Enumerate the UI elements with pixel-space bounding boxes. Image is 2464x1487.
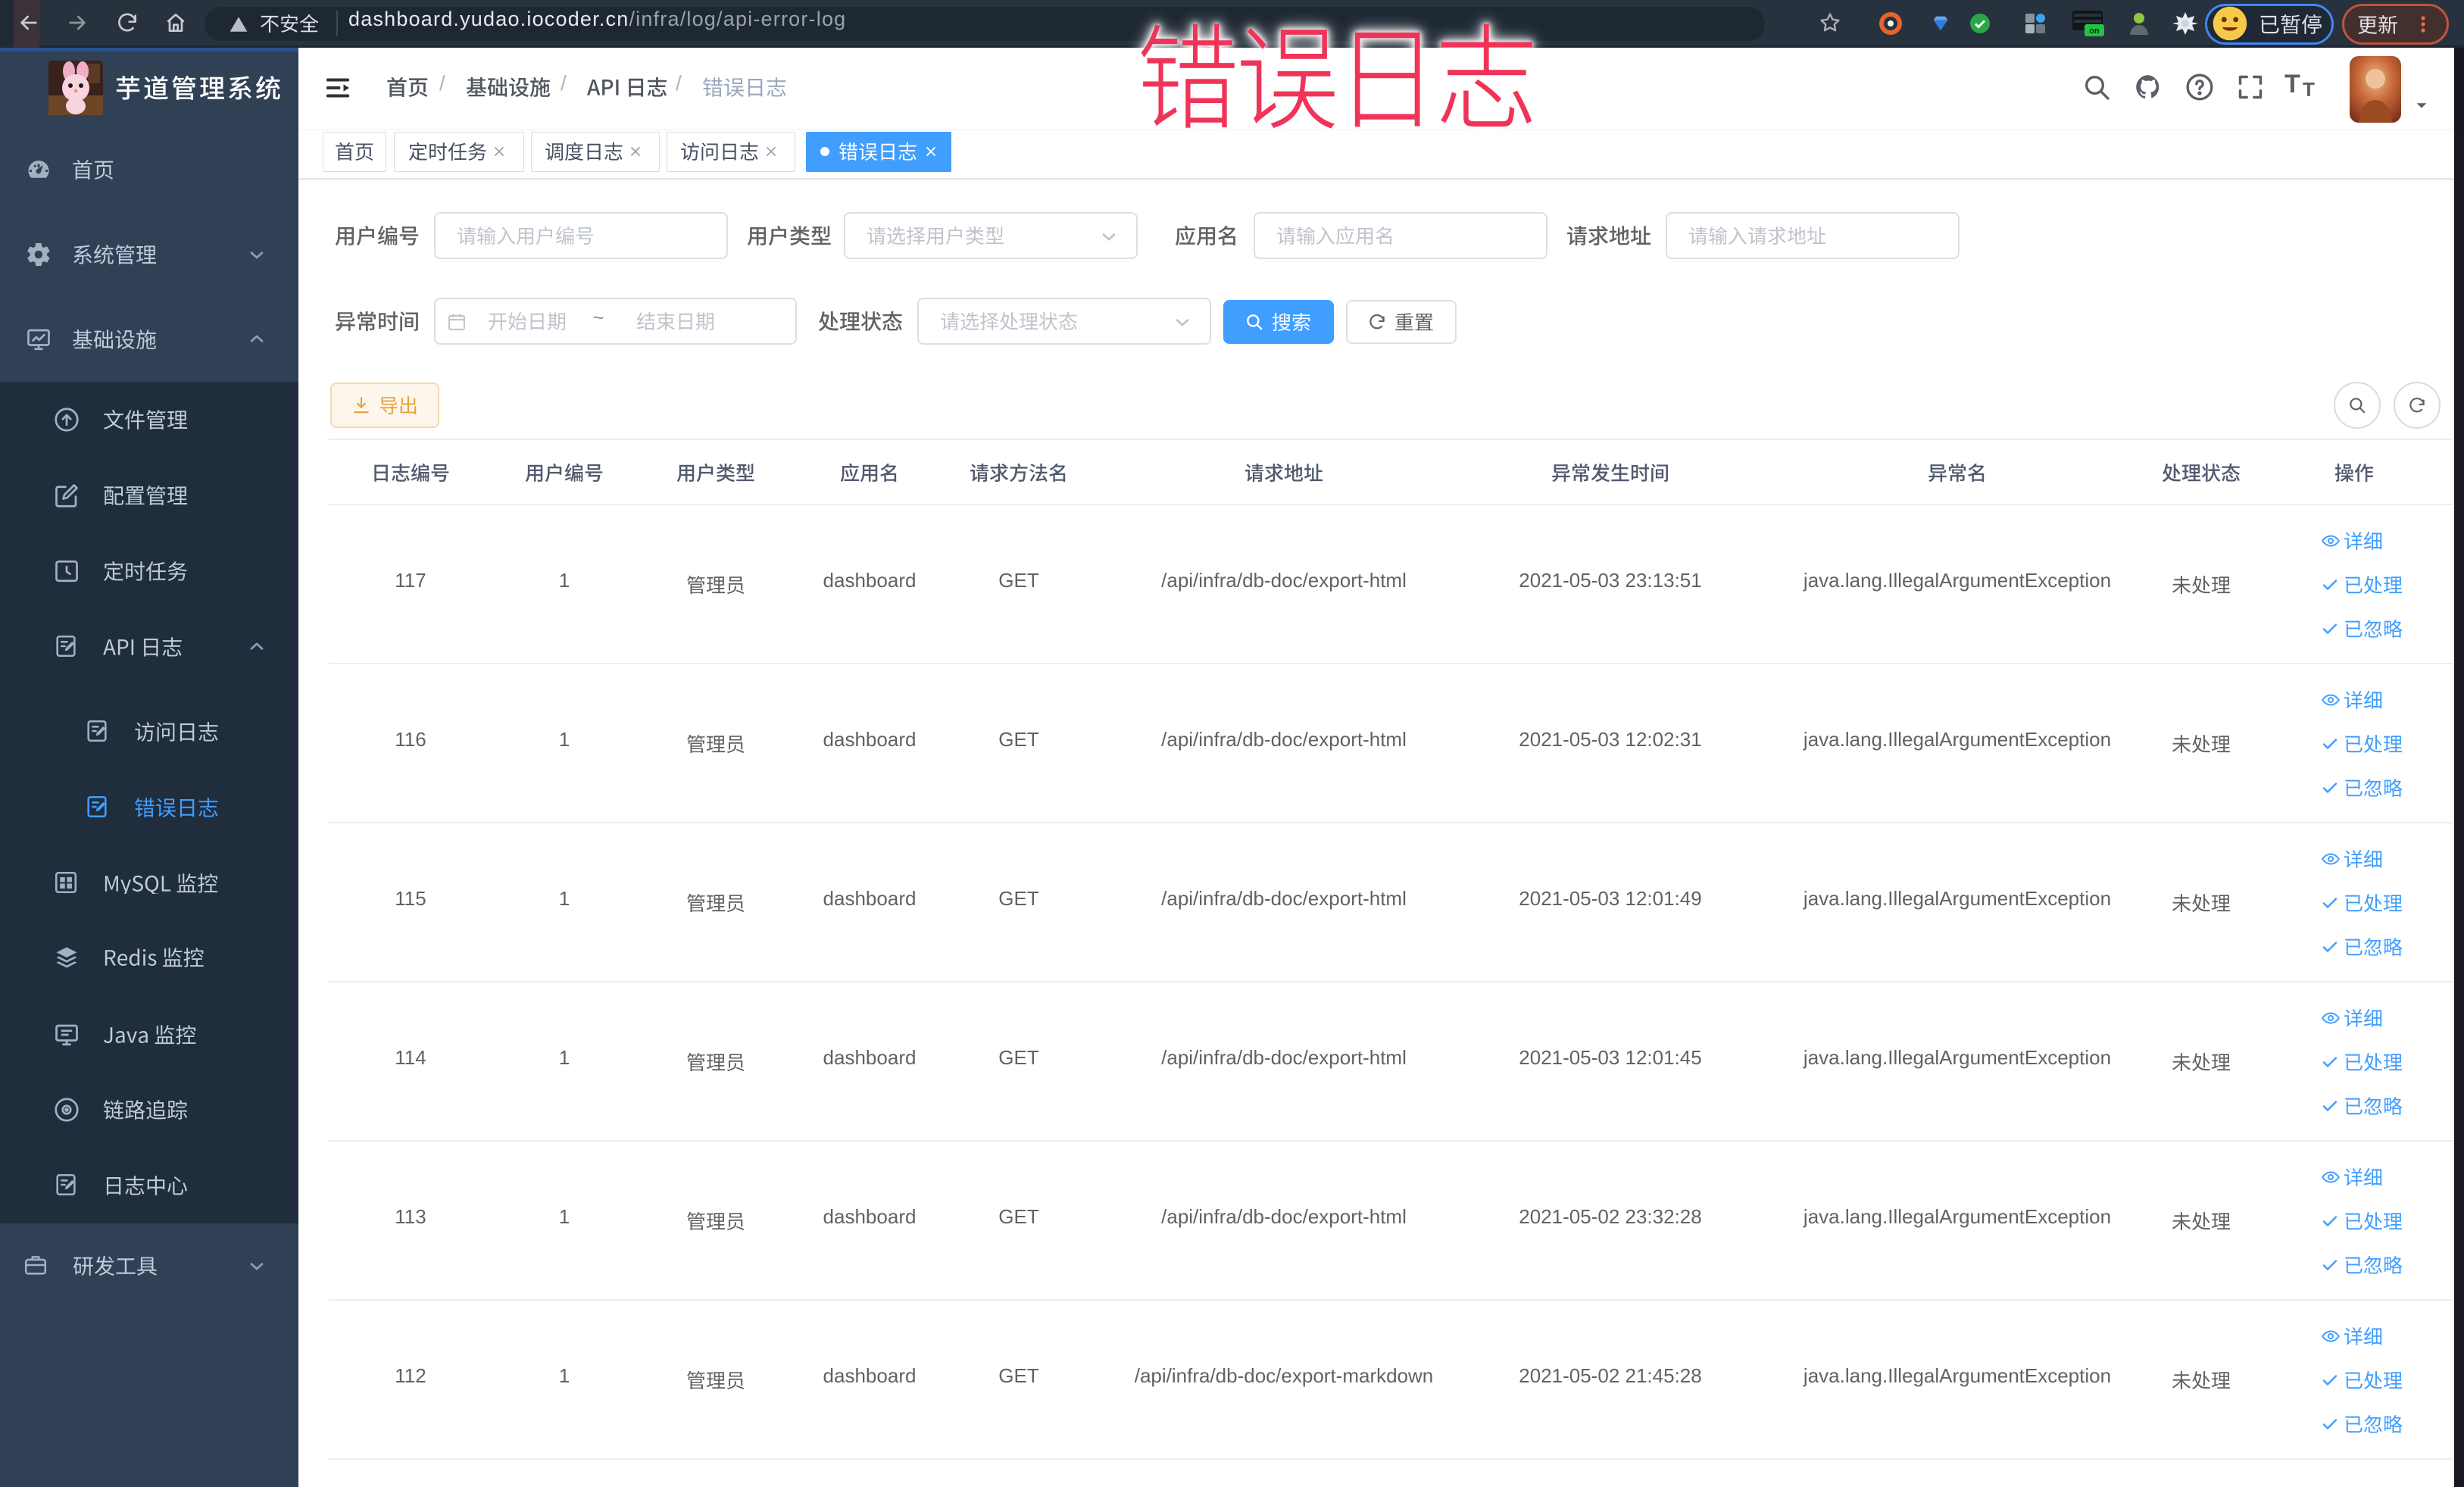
svg-text:on: on (2089, 27, 2100, 36)
